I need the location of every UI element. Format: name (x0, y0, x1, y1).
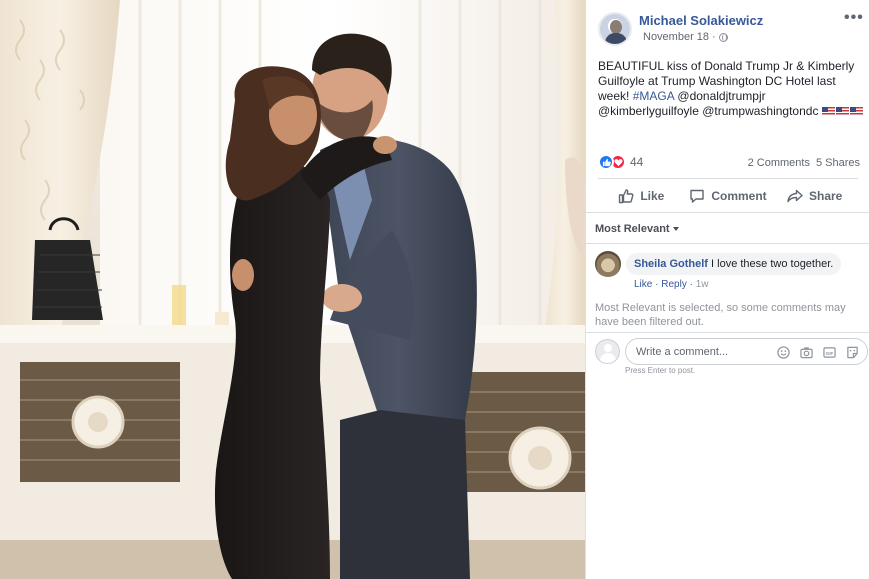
share-button[interactable]: Share (771, 182, 858, 210)
divider (586, 212, 869, 213)
author-avatar[interactable] (598, 12, 632, 46)
us-flag-icon (849, 107, 863, 116)
divider (586, 243, 869, 244)
us-flag-icon (835, 107, 849, 116)
globe-icon[interactable] (718, 32, 728, 42)
like-reaction-icon (598, 154, 614, 170)
comment-text: I love these two together. (711, 258, 834, 270)
post-text: BEAUTIFUL kiss of Donald Trump Jr & Kimb… (598, 59, 866, 119)
composer-icons: GIF (776, 345, 859, 359)
reaction-summary[interactable]: 44 (598, 154, 643, 170)
us-flag-icon (821, 107, 835, 116)
meta-separator: · (712, 31, 716, 43)
emoji-icon[interactable] (776, 345, 790, 359)
svg-text:GIF: GIF (825, 350, 833, 355)
comment-button[interactable]: Comment (685, 182, 772, 210)
press-enter-hint: Press Enter to post. (625, 366, 696, 375)
divider (586, 332, 869, 333)
sort-label: Most Relevant (595, 223, 670, 235)
engagement-counts: 2 Comments 5 Shares (748, 157, 860, 169)
comment-bubble: Sheila Gothelf I love these two together… (626, 253, 842, 275)
post-meta: November 18 · (643, 31, 728, 43)
reaction-count: 44 (630, 155, 644, 169)
gif-icon[interactable]: GIF (822, 345, 836, 359)
comment-timestamp[interactable]: 1w (696, 279, 709, 290)
like-button[interactable]: Like (598, 182, 685, 210)
sticker-icon[interactable] (845, 345, 859, 359)
filtered-note: Most Relevant is selected, so some comme… (595, 302, 846, 328)
share-count-link[interactable]: 5 Shares (816, 157, 860, 169)
comment-sort-dropdown[interactable]: Most Relevant (595, 223, 679, 235)
comment-count-link[interactable]: 2 Comments (748, 157, 810, 169)
commenter-name[interactable]: Sheila Gothelf (634, 258, 708, 270)
post-side-panel: Michael Solakiewicz November 18 · ••• BE… (585, 0, 869, 579)
comment-composer[interactable]: GIF (625, 338, 868, 365)
camera-icon[interactable] (799, 345, 813, 359)
avatar-head (604, 344, 612, 352)
comment-icon (690, 189, 705, 203)
post-photo[interactable] (0, 0, 585, 579)
comment-label: Comment (711, 189, 767, 203)
share-label: Share (809, 189, 843, 203)
caret-down-icon (672, 227, 679, 231)
post-date[interactable]: November 18 (643, 31, 709, 43)
current-user-avatar (595, 339, 620, 364)
share-icon (787, 189, 803, 203)
hashtag-link[interactable]: #MAGA (633, 89, 674, 103)
photo-illustration (0, 0, 585, 579)
avatar-head (610, 20, 622, 34)
post-actions-bar: Like Comment Share (598, 182, 858, 210)
like-label: Like (640, 189, 665, 203)
divider (598, 178, 858, 179)
thumbs-up-icon (619, 189, 634, 204)
more-options-icon[interactable]: ••• (844, 9, 864, 27)
comment-reply-link[interactable]: Reply (661, 279, 687, 290)
comment-actions: Like · Reply · 1w (634, 279, 709, 290)
avatar-body (605, 33, 627, 44)
commenter-avatar[interactable] (595, 251, 621, 277)
post-author-name[interactable]: Michael Solakiewicz (639, 13, 763, 28)
avatar-body (600, 353, 616, 363)
comment-like-link[interactable]: Like (634, 279, 652, 290)
comment-input[interactable] (636, 345, 776, 358)
